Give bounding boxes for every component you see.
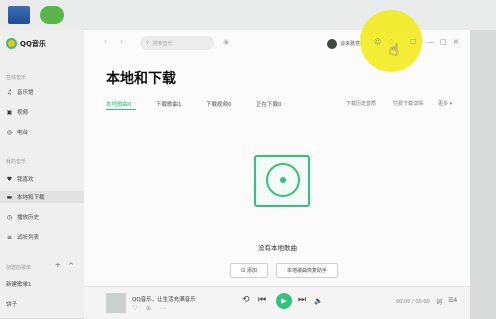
now-playing-title: QQ音乐，让生活充满音乐 [132, 297, 196, 303]
maximize-button[interactable]: □ [440, 38, 447, 46]
sidebar-item-favorites[interactable]: ♥ 我喜欢 [6, 175, 34, 184]
username[interactable]: 谈来雅意 [340, 40, 360, 47]
playlist-label: 饼子 [6, 302, 18, 308]
sidebar: QQ音乐 在线音乐 ♫ 音乐馆 ▣ 视频 ◎ 电台 我的音乐 ♥ 我喜欢 ▬ 本… [0, 30, 84, 318]
previous-button[interactable]: ⏮ [258, 295, 266, 305]
add-playlist-button[interactable]: + [55, 261, 61, 269]
computer-icon[interactable] [8, 6, 30, 24]
sidebar-item-label: 试听列表 [17, 235, 40, 241]
like-icon[interactable]: ♡ [132, 305, 137, 312]
radio-icon: ◎ [6, 128, 13, 136]
qq-music-window: QQ音乐 在线音乐 ♫ 音乐馆 ▣ 视频 ◎ 电台 我的音乐 ♥ 我喜欢 ▬ 本… [0, 10, 470, 319]
more-menu[interactable]: 更多 ▾ [438, 100, 452, 107]
search-box[interactable]: ⚲ 搜索音乐 [140, 36, 214, 50]
more-icon[interactable]: ⋯ [160, 305, 166, 312]
sidebar-item-label: 电台 [17, 130, 29, 136]
tab-downloaded-videos[interactable]: 下载视频0 [206, 100, 232, 108]
tab-downloaded-songs[interactable]: 下载歌曲1 [156, 100, 182, 108]
play-button[interactable]: ▶ [276, 293, 292, 309]
back-button[interactable]: ‹ [104, 37, 107, 46]
album-cover[interactable] [106, 293, 126, 313]
sidebar-item-music-hall[interactable]: ♫ 音乐馆 [6, 88, 34, 97]
next-button[interactable]: ⏭ [298, 295, 306, 305]
section-online-music: 在线音乐 [6, 75, 27, 81]
music-note-icon: ♫ [6, 88, 13, 96]
app-logo: QQ音乐 [6, 38, 46, 49]
paid-download-details-link[interactable]: 付费下载详情 [393, 100, 423, 107]
clock-icon: ◷ [6, 213, 13, 221]
list-icon: ≡ [6, 233, 13, 241]
section-created-playlists: 创建的歌单 [6, 265, 32, 271]
voice-search-icon[interactable]: ◉ [223, 38, 229, 46]
search-icon: ⚲ [146, 40, 150, 46]
sidebar-item-local-download[interactable]: ▬ 本地和下载 [0, 191, 84, 203]
page-title: 本地和下载 [106, 71, 176, 87]
disc-icon [266, 163, 300, 197]
skin-icon[interactable]: ☺ [374, 38, 381, 46]
forward-button[interactable]: › [120, 37, 123, 46]
active-tab-indicator [106, 109, 136, 110]
hand-cursor-icon: ☝ [389, 40, 399, 59]
video-icon: ▣ [6, 108, 13, 116]
time-readout: 00:00 / 00:00 [396, 299, 430, 305]
sidebar-item-trial-list[interactable]: ≡ 试听列表 [6, 233, 40, 242]
add-button[interactable]: ⊡ 添加 [230, 263, 268, 278]
empty-state-text: 没有本地歌曲 [258, 244, 297, 252]
loop-mode-icon[interactable]: ⟲ [242, 295, 250, 305]
qq-music-logo-icon [6, 38, 17, 49]
sidebar-item-history[interactable]: ◷ 播放历史 [6, 213, 40, 222]
sidebar-item-video[interactable]: ▣ 视频 [6, 108, 29, 117]
playlist-label: 新建歌单1 [6, 282, 32, 288]
download-icon[interactable]: ⊕ [146, 305, 151, 312]
search-input[interactable]: 搜索音乐 [153, 40, 173, 47]
tab-downloading[interactable]: 正在下载0 [256, 100, 282, 108]
mini-mode-icon[interactable]: ☐ [410, 38, 416, 46]
volume-icon[interactable]: 🔈 [314, 297, 323, 305]
heart-icon: ♥ [6, 175, 13, 183]
empty-music-icon [254, 155, 310, 207]
app-name: QQ音乐 [20, 39, 46, 48]
close-button[interactable]: ✕ [453, 38, 459, 46]
main-content: ‹ › ⚲ 搜索音乐 ◉ 谈来雅意 ☺ ♢ ☐ — □ ✕ ☝ 本地和下载 本地… [84, 10, 470, 319]
sidebar-item-radio[interactable]: ◎ 电台 [6, 128, 29, 137]
lyrics-button[interactable]: 词 [436, 297, 442, 306]
playlist-button[interactable]: ☰4 [448, 297, 457, 304]
sidebar-item-label: 视频 [17, 110, 29, 116]
sidebar-item-label: 我喜欢 [17, 177, 34, 183]
minimize-button[interactable]: — [427, 38, 434, 46]
restore-helper-button[interactable]: 本地歌曲恢复助手 [276, 263, 338, 278]
tab-local-songs[interactable]: 本地歌曲0 [106, 100, 132, 108]
sidebar-playlist-item[interactable]: 新建歌单1 [6, 280, 32, 288]
download-history-quality-link[interactable]: 下载历史音质 [346, 100, 376, 107]
monitor-download-icon: ▬ [6, 193, 13, 201]
sidebar-playlist-item[interactable]: 饼子 [6, 300, 17, 308]
sidebar-item-label: 音乐馆 [17, 90, 34, 96]
sidebar-item-label: 本地和下载 [17, 195, 45, 201]
desktop-strip [0, 0, 496, 30]
wechat-icon[interactable] [40, 6, 64, 24]
player-bar: QQ音乐，让生活充满音乐 ♡ ⊕ ⋯ ⟲ ⏮ ▶ ⏭ 🔈 00:00 / 00:… [84, 286, 470, 319]
collapse-playlists-icon[interactable]: ^ [68, 262, 74, 270]
section-my-music: 我的音乐 [6, 159, 27, 165]
sidebar-item-label: 播放历史 [17, 215, 40, 221]
avatar[interactable] [327, 39, 337, 49]
